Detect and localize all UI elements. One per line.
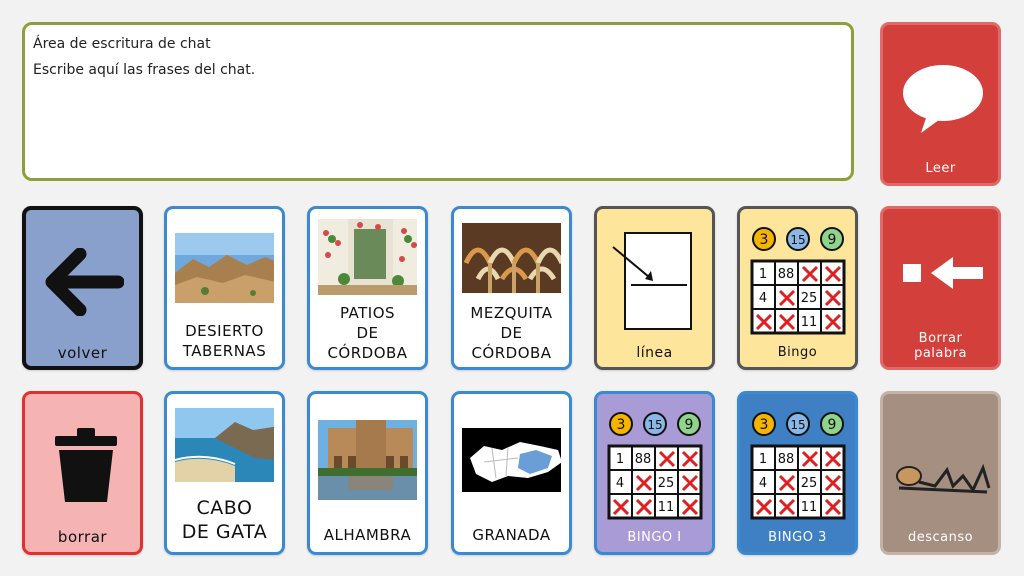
mezquita-photo bbox=[462, 223, 561, 293]
svg-text:11: 11 bbox=[658, 500, 675, 515]
borrar-button[interactable]: borrar bbox=[22, 391, 143, 555]
bingo-1-tile[interactable]: 3 15 9 1 88 4 25 11 BINGO I bbox=[594, 391, 715, 555]
mezquita-de-cordoba-tile[interactable]: MEZQUITA DE CÓRDOBA bbox=[451, 206, 572, 370]
svg-text:4: 4 bbox=[759, 291, 767, 306]
granada-map bbox=[462, 428, 561, 492]
chat-input-area[interactable]: Área de escritura de chat Escribe aquí l… bbox=[22, 22, 854, 181]
bingo-card-icon: 3 15 9 1 88 4 25 11 bbox=[748, 406, 848, 524]
speech-bubble-icon bbox=[897, 63, 989, 135]
granada-label: GRANADA bbox=[472, 526, 551, 544]
svg-text:88: 88 bbox=[778, 267, 795, 282]
svg-text:3: 3 bbox=[617, 417, 626, 433]
bingo-tile[interactable]: 3 15 9 1 88 4 25 11 Bingo bbox=[737, 206, 858, 370]
svg-text:15: 15 bbox=[647, 418, 662, 432]
svg-text:15: 15 bbox=[790, 233, 805, 247]
bingo-3-tile[interactable]: 3 15 9 1 88 4 25 11 BINGO 3 bbox=[737, 391, 858, 555]
svg-text:88: 88 bbox=[635, 452, 652, 467]
resting-person-icon bbox=[891, 452, 995, 504]
svg-text:1: 1 bbox=[759, 267, 767, 282]
bingo-card-icon: 3 15 9 1 88 4 25 11 bbox=[748, 221, 848, 339]
bingo-1-label: BINGO I bbox=[627, 530, 682, 545]
cabo-label: CABO DE GATA bbox=[167, 496, 282, 544]
svg-text:25: 25 bbox=[801, 476, 818, 491]
cabo-label-line1: CABO bbox=[196, 497, 253, 519]
svg-text:3: 3 bbox=[760, 417, 769, 433]
patios-label: PATIOS DE CÓRDOBA bbox=[310, 303, 425, 363]
svg-text:9: 9 bbox=[685, 417, 694, 433]
svg-text:25: 25 bbox=[658, 476, 675, 491]
cabo-label-line2: DE GATA bbox=[181, 521, 268, 543]
chat-title: Área de escritura de chat bbox=[33, 36, 211, 52]
mezquita-label-line1: MEZQUITA bbox=[470, 304, 553, 322]
svg-text:15: 15 bbox=[790, 418, 805, 432]
leer-button[interactable]: Leer bbox=[880, 22, 1001, 186]
desierto-label-line2: TABERNAS bbox=[182, 342, 267, 360]
svg-text:9: 9 bbox=[828, 417, 837, 433]
borrar-palabra-button[interactable]: Borrar palabra bbox=[880, 206, 1001, 370]
volver-button[interactable]: volver bbox=[22, 206, 143, 370]
mezquita-label-line2: DE bbox=[500, 324, 523, 342]
svg-text:4: 4 bbox=[759, 476, 767, 491]
linea-label: línea bbox=[636, 345, 673, 361]
line-sheet-icon bbox=[607, 229, 707, 333]
svg-text:25: 25 bbox=[801, 291, 818, 306]
borrar-label: borrar bbox=[57, 528, 108, 546]
alhambra-label: ALHAMBRA bbox=[323, 526, 412, 544]
desert-photo bbox=[175, 233, 274, 303]
alhambra-photo bbox=[318, 420, 417, 500]
svg-text:11: 11 bbox=[801, 315, 818, 330]
svg-text:9: 9 bbox=[828, 232, 837, 248]
descanso-button[interactable]: descanso bbox=[880, 391, 1001, 555]
borrar-palabra-label-line1: Borrar bbox=[918, 331, 963, 346]
svg-text:1: 1 bbox=[759, 452, 767, 467]
descanso-label: descanso bbox=[907, 530, 974, 545]
alhambra-tile[interactable]: ALHAMBRA bbox=[307, 391, 428, 555]
desierto-label: DESIERTO TABERNAS bbox=[167, 321, 282, 361]
cabo-photo bbox=[175, 408, 274, 482]
patios-label-line1: PATIOS bbox=[339, 304, 396, 322]
patios-label-line3: CÓRDOBA bbox=[327, 344, 408, 362]
granada-tile[interactable]: GRANADA bbox=[451, 391, 572, 555]
svg-text:1: 1 bbox=[616, 452, 624, 467]
svg-text:3: 3 bbox=[760, 232, 769, 248]
mezquita-label-line3: CÓRDOBA bbox=[471, 344, 552, 362]
patio-photo bbox=[318, 219, 417, 295]
bingo-3-label: BINGO 3 bbox=[768, 530, 827, 545]
svg-text:88: 88 bbox=[778, 452, 795, 467]
bingo-card-icon: 3 15 9 1 88 4 25 11 bbox=[605, 406, 705, 524]
volver-label: volver bbox=[57, 344, 108, 362]
patios-de-cordoba-tile[interactable]: PATIOS DE CÓRDOBA bbox=[307, 206, 428, 370]
desierto-label-line1: DESIERTO bbox=[185, 322, 264, 340]
desierto-tabernas-tile[interactable]: DESIERTO TABERNAS bbox=[164, 206, 285, 370]
chat-hint: Escribe aquí las frases del chat. bbox=[33, 62, 256, 78]
arrow-left-icon bbox=[44, 248, 124, 316]
leer-label: Leer bbox=[925, 161, 956, 176]
mezquita-label: MEZQUITA DE CÓRDOBA bbox=[454, 303, 569, 363]
bingo-label: Bingo bbox=[777, 345, 818, 360]
patios-label-line2: DE bbox=[356, 324, 379, 342]
borrar-palabra-label: Borrar palabra bbox=[883, 331, 998, 361]
arrow-backspace-icon bbox=[901, 253, 987, 293]
borrar-palabra-label-line2: palabra bbox=[914, 346, 967, 361]
trash-icon bbox=[51, 424, 121, 504]
svg-text:11: 11 bbox=[801, 500, 818, 515]
svg-text:4: 4 bbox=[616, 476, 624, 491]
cabo-de-gata-tile[interactable]: CABO DE GATA bbox=[164, 391, 285, 555]
linea-tile[interactable]: línea bbox=[594, 206, 715, 370]
